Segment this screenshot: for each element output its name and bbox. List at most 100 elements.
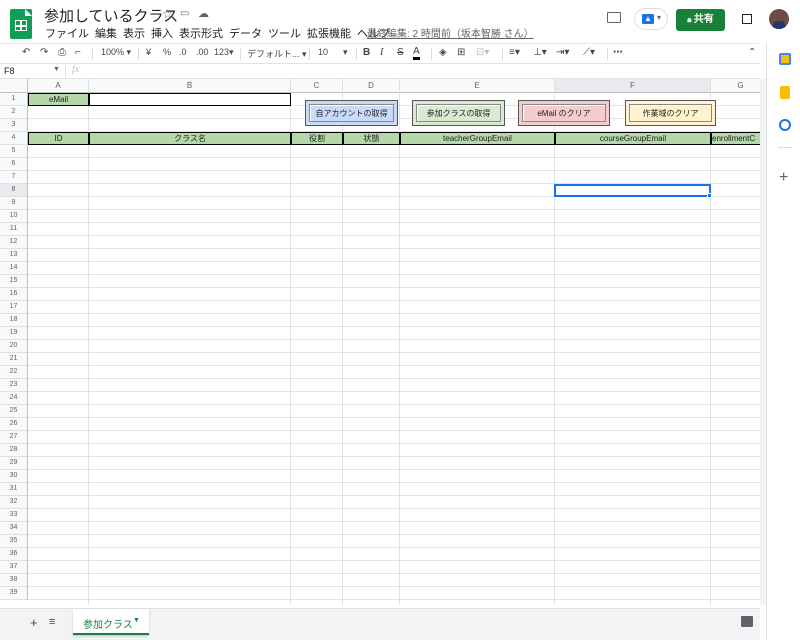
keep-icon[interactable]: [780, 86, 790, 99]
fill-handle[interactable]: [707, 193, 712, 198]
row-header-18[interactable]: 18: [0, 314, 28, 327]
selected-cell[interactable]: [554, 184, 711, 197]
header-enrollment-code[interactable]: enrollmentC: [711, 132, 760, 145]
paint-format-icon[interactable]: ⌐: [75, 47, 81, 58]
merge-cells-icon[interactable]: ⊟▾: [476, 47, 489, 58]
row-header-11[interactable]: 11: [0, 223, 28, 236]
column-header-g[interactable]: G: [711, 79, 760, 93]
row-header-27[interactable]: 27: [0, 431, 28, 444]
cloud-icon[interactable]: ☁: [198, 7, 209, 20]
row-header-15[interactable]: 15: [0, 275, 28, 288]
bold-button[interactable]: B: [363, 47, 370, 58]
row-header-29[interactable]: 29: [0, 457, 28, 470]
row-header-16[interactable]: 16: [0, 288, 28, 301]
text-color-button[interactable]: A: [413, 47, 420, 60]
row-header-38[interactable]: 38: [0, 574, 28, 587]
menu-data[interactable]: データ: [226, 25, 265, 41]
row-header-34[interactable]: 34: [0, 522, 28, 535]
redo-icon[interactable]: ↷: [40, 47, 48, 58]
row-header-1[interactable]: 1: [0, 93, 28, 106]
more-options-icon[interactable]: ⋯: [613, 47, 623, 58]
menu-insert[interactable]: 挿入: [148, 25, 176, 41]
menu-format[interactable]: 表示形式: [176, 25, 226, 41]
row-header-35[interactable]: 35: [0, 535, 28, 548]
row-header-20[interactable]: 20: [0, 340, 28, 353]
row-header-37[interactable]: 37: [0, 561, 28, 574]
sheet-list-icon[interactable]: ≡: [49, 616, 55, 628]
document-title[interactable]: 参加しているクラス: [44, 5, 178, 26]
row-header-39[interactable]: 39: [0, 587, 28, 600]
increase-decimal-button[interactable]: .00: [196, 47, 209, 57]
menu-file[interactable]: ファイル: [42, 25, 92, 41]
avatar[interactable]: [769, 9, 789, 29]
menu-edit[interactable]: 編集: [92, 25, 120, 41]
column-header-d[interactable]: D: [343, 79, 400, 93]
row-header-17[interactable]: 17: [0, 301, 28, 314]
fill-color-icon[interactable]: ◈: [439, 47, 447, 58]
get-classes-button[interactable]: 参加クラスの取得: [412, 100, 505, 126]
row-header-14[interactable]: 14: [0, 262, 28, 275]
borders-icon[interactable]: ⊞: [457, 47, 465, 58]
row-header-26[interactable]: 26: [0, 418, 28, 431]
font-select[interactable]: デフォルト... ▾: [247, 47, 307, 60]
sheets-logo-icon[interactable]: [10, 9, 32, 39]
sheet-tab[interactable]: 参加クラス ▼: [73, 609, 149, 635]
folder-icon[interactable]: ▭: [180, 8, 189, 19]
currency-button[interactable]: ¥: [146, 47, 151, 57]
email-input-cell[interactable]: [89, 93, 291, 106]
tasks-icon[interactable]: [779, 119, 791, 131]
last-edit-link[interactable]: 最終編集: 2 時間前（坂本智勝 さん）: [367, 25, 534, 40]
row-header-33[interactable]: 33: [0, 509, 28, 522]
row-header-10[interactable]: 10: [0, 210, 28, 223]
row-header-22[interactable]: 22: [0, 366, 28, 379]
row-header-25[interactable]: 25: [0, 405, 28, 418]
present-button[interactable]: ▲ ▾: [634, 8, 668, 30]
column-header-f[interactable]: F: [555, 79, 711, 93]
percent-button[interactable]: %: [163, 47, 171, 57]
calendar-icon[interactable]: [779, 53, 791, 65]
row-header-2[interactable]: 2: [0, 106, 28, 119]
row-header-6[interactable]: 6: [0, 158, 28, 171]
row-header-30[interactable]: 30: [0, 470, 28, 483]
row-header-23[interactable]: 23: [0, 379, 28, 392]
font-size-select[interactable]: 10 ▾: [318, 47, 348, 58]
select-all-corner[interactable]: [0, 79, 28, 93]
header-role[interactable]: 役割: [291, 132, 343, 145]
row-header-7[interactable]: 7: [0, 171, 28, 184]
clear-work-area-button[interactable]: 作業域のクリア: [625, 100, 716, 126]
row-header-28[interactable]: 28: [0, 444, 28, 457]
undo-icon[interactable]: ↶: [22, 47, 30, 58]
decrease-decimal-button[interactable]: .0: [179, 47, 187, 57]
row-header-24[interactable]: 24: [0, 392, 28, 405]
row-header-9[interactable]: 9: [0, 197, 28, 210]
row-header-12[interactable]: 12: [0, 236, 28, 249]
print-icon[interactable]: ⎙: [58, 47, 66, 58]
header-id[interactable]: ID: [28, 132, 89, 145]
column-header-e[interactable]: E: [400, 79, 555, 93]
row-header-4[interactable]: 4: [0, 132, 28, 145]
meet-icon[interactable]: [742, 14, 752, 24]
star-icon[interactable]: ☆: [162, 7, 173, 21]
zoom-select[interactable]: 100% ▾: [101, 47, 131, 58]
name-box[interactable]: F8: [4, 66, 15, 76]
horizontal-align-icon[interactable]: ≡▾: [509, 47, 520, 58]
vertical-align-icon[interactable]: ⊥▾: [533, 47, 547, 58]
row-header-3[interactable]: 3: [0, 119, 28, 132]
comment-icon[interactable]: [607, 12, 621, 23]
header-course-group-email[interactable]: courseGroupEmail: [555, 132, 711, 145]
clear-email-button[interactable]: eMail のクリア: [518, 100, 610, 126]
add-sheet-icon[interactable]: +: [30, 615, 38, 630]
italic-button[interactable]: I: [380, 47, 383, 58]
column-header-b[interactable]: B: [89, 79, 291, 93]
sheet-grid[interactable]: ABCDEFG 1 2 3 4 5 6 7 8 9 10 11 12 13 14 15 16 17 18 19 20 2…: [0, 79, 760, 605]
menu-view[interactable]: 表示: [120, 25, 148, 41]
row-header-31[interactable]: 31: [0, 483, 28, 496]
column-header-a[interactable]: A: [28, 79, 89, 93]
row-header-8[interactable]: 8: [0, 184, 28, 197]
menu-tools[interactable]: ツール: [265, 25, 304, 41]
menu-extensions[interactable]: 拡張機能: [304, 25, 354, 41]
row-header-32[interactable]: 32: [0, 496, 28, 509]
text-rotation-icon[interactable]: ⟋▾: [583, 47, 595, 58]
strikethrough-button[interactable]: S: [397, 47, 404, 58]
explore-icon[interactable]: [741, 616, 753, 627]
